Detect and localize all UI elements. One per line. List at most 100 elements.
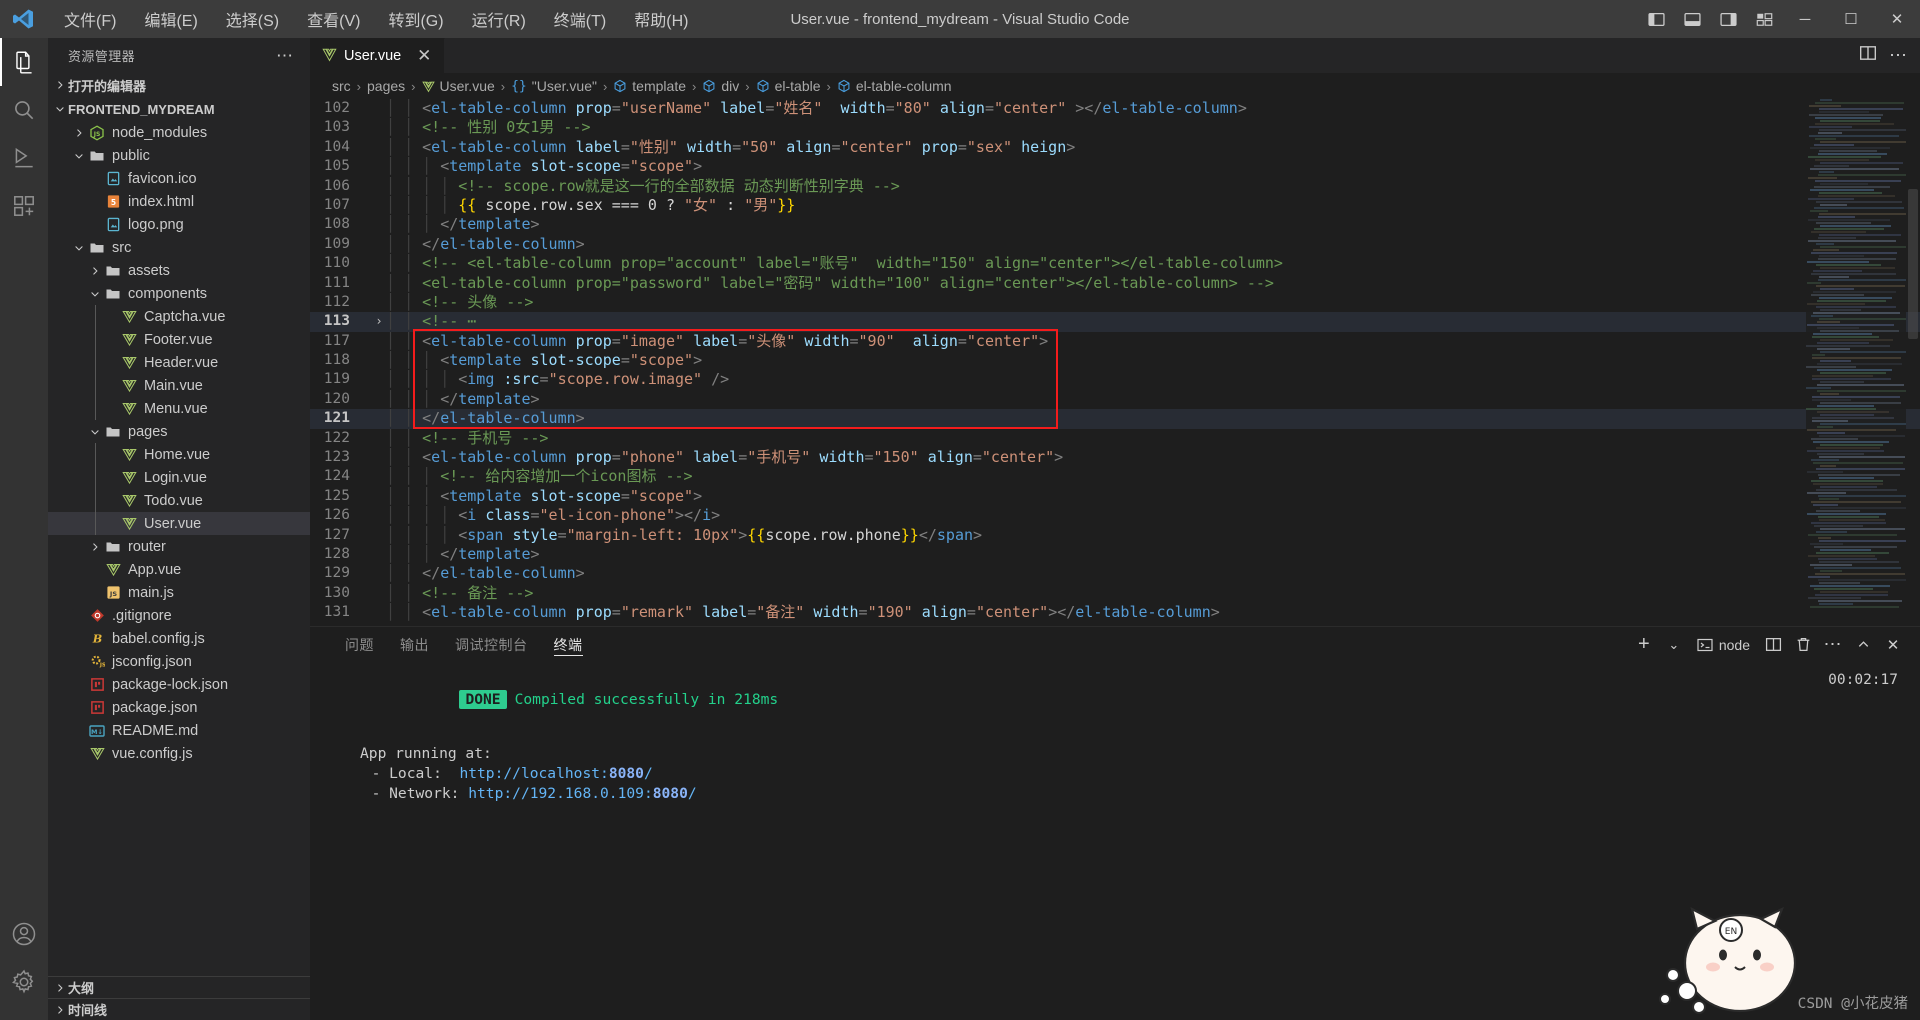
tree-item-app-vue[interactable]: App.vue <box>48 558 310 581</box>
tree-item-package-json[interactable]: package.json <box>48 696 310 719</box>
breadcrumb-item[interactable]: el-table-column <box>837 78 952 94</box>
code-line[interactable]: 104 │ │ <el-table-column label="性别" width… <box>310 138 1920 157</box>
tree-item-todo-vue[interactable]: Todo.vue <box>48 489 310 512</box>
panel-tab-terminal[interactable]: 终端 <box>541 627 596 662</box>
split-editor-icon[interactable] <box>1859 44 1877 67</box>
tree-item-index-html[interactable]: 5 index.html <box>48 190 310 213</box>
close-panel-icon[interactable]: ✕ <box>1880 632 1906 658</box>
code-line[interactable]: 122 │ │ <!-- 手机号 --> <box>310 429 1920 448</box>
code-line[interactable]: 121 │ │ </el-table-column> <box>310 409 1920 429</box>
activity-extensions-icon[interactable] <box>0 182 48 230</box>
code-line[interactable]: 123 │ │ <el-table-column prop="phone" lab… <box>310 448 1920 467</box>
tree-item-jsconfig-json[interactable]: JS jsconfig.json <box>48 650 310 673</box>
maximize-panel-icon[interactable] <box>1850 632 1876 658</box>
project-root-section[interactable]: FRONTEND_MYDREAM <box>48 97 310 121</box>
code-line[interactable]: 125 │ │ │ <template slot-scope="scope"> <box>310 487 1920 506</box>
scrollbar-thumb[interactable] <box>1908 189 1918 339</box>
tab-close-icon[interactable]: ✕ <box>414 46 434 66</box>
code-line[interactable]: 126 │ │ │ │ <i class="el-icon-phone"></i> <box>310 506 1920 525</box>
panel-tab-problems[interactable]: 问题 <box>332 627 387 662</box>
menu-run[interactable]: 运行(R) <box>458 3 540 35</box>
toggle-primary-sidebar-icon[interactable] <box>1638 0 1674 38</box>
code-line[interactable]: 117 │ │ <el-table-column prop="image" lab… <box>310 332 1920 351</box>
code-line[interactable]: 110 │ │ <!-- <el-table-column prop="accou… <box>310 254 1920 273</box>
code-line[interactable]: 112 │ │ <!-- 头像 --> <box>310 293 1920 312</box>
toggle-panel-icon[interactable] <box>1674 0 1710 38</box>
tree-item-captcha-vue[interactable]: Captcha.vue <box>48 305 310 328</box>
editor-vertical-scrollbar[interactable] <box>1906 99 1920 626</box>
tree-item-user-vue[interactable]: User.vue <box>48 512 310 535</box>
minimize-button[interactable]: ─ <box>1782 0 1828 38</box>
menu-terminal[interactable]: 终端(T) <box>540 3 620 35</box>
menu-go[interactable]: 转到(G) <box>374 3 457 35</box>
tree-item-home-vue[interactable]: Home.vue <box>48 443 310 466</box>
tree-item-assets[interactable]: assets <box>48 259 310 282</box>
tree-item-readme-md[interactable]: M↓ README.md <box>48 719 310 742</box>
tree-item-favicon-ico[interactable]: favicon.ico <box>48 167 310 190</box>
activity-account-icon[interactable] <box>0 910 48 958</box>
code-line[interactable]: 102 │ │ <el-table-column prop="userName" … <box>310 99 1920 118</box>
editor-more-actions-icon[interactable]: ⋯ <box>1881 45 1908 66</box>
outline-section[interactable]: 大纲 <box>48 976 310 998</box>
tree-item-main-vue[interactable]: Main.vue <box>48 374 310 397</box>
new-terminal-button[interactable]: + <box>1631 632 1657 658</box>
tree-item-vue-config-js[interactable]: vue.config.js <box>48 742 310 765</box>
network-port[interactable]: 8080 <box>653 785 688 802</box>
activity-settings-gear-icon[interactable] <box>0 958 48 1006</box>
local-url[interactable]: http://localhost: <box>459 765 608 782</box>
code-scroll-area[interactable]: 102 │ │ <el-table-column prop="userName" … <box>310 99 1920 626</box>
code-line[interactable]: 128 │ │ │ </template> <box>310 545 1920 564</box>
menu-help[interactable]: 帮助(H) <box>620 3 702 35</box>
panel-more-actions-icon[interactable]: ⋯ <box>1820 632 1846 658</box>
tree-item-router[interactable]: router <box>48 535 310 558</box>
code-editor[interactable]: 102 │ │ <el-table-column prop="userName" … <box>310 99 1920 626</box>
menu-view[interactable]: 查看(V) <box>293 3 374 35</box>
kill-terminal-trash-icon[interactable] <box>1790 632 1816 658</box>
breadcrumb-item[interactable]: div <box>702 78 739 94</box>
network-url[interactable]: http://192.168.0.109: <box>459 785 653 802</box>
code-line[interactable]: 120 │ │ │ </template> <box>310 390 1920 409</box>
breadcrumb-item[interactable]: template <box>613 78 686 94</box>
panel-tab-debug-console[interactable]: 调试控制台 <box>442 627 541 662</box>
breadcrumb-item[interactable]: el-table <box>756 78 821 94</box>
code-line[interactable]: 106 │ │ │ │ <!-- scope.row就是这一行的全部数据 动态判断… <box>310 177 1920 196</box>
tree-item-babel-config-js[interactable]: Bbabel.config.js <box>48 627 310 650</box>
breadcrumb-item[interactable]: User.vue <box>421 78 495 94</box>
network-url-tail[interactable]: / <box>688 785 697 802</box>
tree-item-components[interactable]: components <box>48 282 310 305</box>
tree-item-menu-vue[interactable]: Menu.vue <box>48 397 310 420</box>
timeline-section[interactable]: 时间线 <box>48 998 310 1020</box>
code-line[interactable]: 130 │ │ <!-- 备注 --> <box>310 584 1920 603</box>
menu-edit[interactable]: 编辑(E) <box>130 3 211 35</box>
tree-item--gitignore[interactable]: .gitignore <box>48 604 310 627</box>
code-line[interactable]: 109 │ │ </el-table-column> <box>310 235 1920 254</box>
tree-item-login-vue[interactable]: Login.vue <box>48 466 310 489</box>
code-line[interactable]: 118 │ │ │ <template slot-scope="scope"> <box>310 351 1920 370</box>
activity-explorer-icon[interactable] <box>0 38 48 86</box>
menu-file[interactable]: 文件(F) <box>50 3 130 35</box>
terminal-selector[interactable]: node <box>1691 637 1756 653</box>
breadcrumb-item[interactable]: {} "User.vue" <box>511 78 597 94</box>
menu-selection[interactable]: 选择(S) <box>212 3 293 35</box>
tree-item-public[interactable]: public <box>48 144 310 167</box>
code-line[interactable]: 107 │ │ │ │ {{ scope.row.sex === 0 ? "女" … <box>310 196 1920 215</box>
code-line[interactable]: 113 › │ │ <!-- ⋯ <box>310 312 1920 332</box>
tab-user-vue[interactable]: User.vue ✕ <box>310 38 446 73</box>
tree-item-header-vue[interactable]: Header.vue <box>48 351 310 374</box>
code-line[interactable]: 124 │ │ │ <!-- 给内容增加一个icon图标 --> <box>310 467 1920 486</box>
minimap[interactable] <box>1806 99 1906 626</box>
close-window-button[interactable]: ✕ <box>1874 0 1920 38</box>
terminal-dropdown-icon[interactable]: ⌄ <box>1661 632 1687 658</box>
activity-run-debug-icon[interactable] <box>0 134 48 182</box>
breadcrumb-item[interactable]: src <box>332 78 351 94</box>
breadcrumb-item[interactable]: pages <box>367 78 405 94</box>
local-url-tail[interactable]: / <box>644 765 653 782</box>
fold-expand-icon[interactable]: › <box>372 312 386 331</box>
code-line[interactable]: 103 │ │ <!-- 性别 0女1男 --> <box>310 118 1920 137</box>
code-line[interactable]: 119 │ │ │ │ <img :src="scope.row.image" /… <box>310 370 1920 389</box>
panel-tab-output[interactable]: 输出 <box>387 627 442 662</box>
local-port[interactable]: 8080 <box>609 765 644 782</box>
split-terminal-icon[interactable] <box>1760 632 1786 658</box>
tree-item-logo-png[interactable]: logo.png <box>48 213 310 236</box>
tree-item-footer-vue[interactable]: Footer.vue <box>48 328 310 351</box>
